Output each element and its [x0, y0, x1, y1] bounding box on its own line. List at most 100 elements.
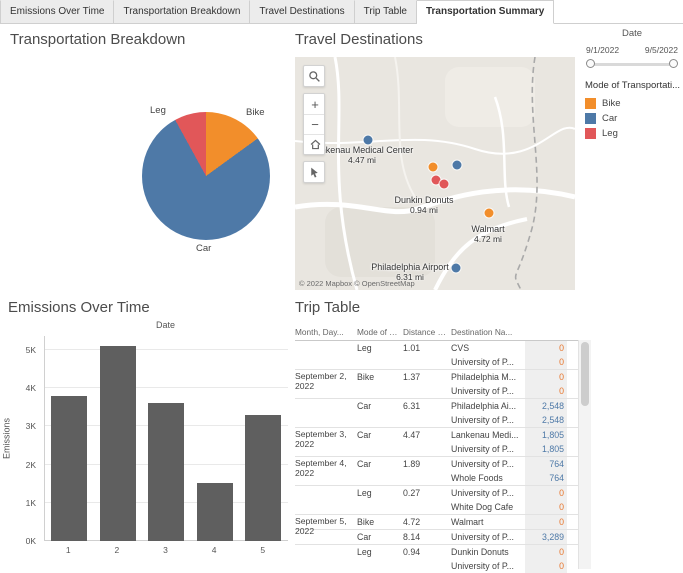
map-destination-label: Dunkin Donuts 0.94 mi — [394, 195, 453, 215]
tab-transportation-breakdown[interactable]: Transportation Breakdown — [114, 0, 251, 23]
table-row[interactable]: University of P... 1,805 — [295, 442, 579, 456]
table-row[interactable]: September 5, 2022 Bike 4.72 Walmart 0 — [295, 514, 579, 536]
cell-mode — [357, 559, 403, 573]
table-row[interactable]: Car 6.31 Philadelphia Ai... 2,548 — [295, 398, 579, 413]
cell-mode: Bike — [357, 372, 375, 382]
cell-month: September 5, 2022 — [295, 516, 347, 536]
destination-name: Philadelphia Airport — [371, 262, 449, 272]
y-tick-label: 3K — [25, 421, 36, 432]
cell-emissions-value: 0 — [525, 384, 567, 398]
y-tick-label: 5K — [25, 345, 36, 355]
sheet-tab-bar: Emissions Over Time Transportation Breakd… — [0, 0, 683, 24]
table-row[interactable]: September 4, 2022 Car 1.89 University of P.… — [295, 456, 579, 477]
bar-day-3[interactable] — [148, 403, 185, 541]
cell-emissions-value: 3,289 — [525, 530, 567, 544]
x-tick-label: 3 — [163, 545, 168, 555]
cell-destination: Lankenau Medi... — [451, 430, 519, 440]
cell-destination: University of P... — [451, 415, 514, 425]
map-marker-car[interactable] — [451, 263, 461, 273]
table-row[interactable]: University of P... 2,548 — [295, 413, 579, 427]
tab-travel-destinations[interactable]: Travel Destinations — [250, 0, 355, 23]
plus-icon: + — [311, 96, 319, 112]
column-header: Mode of Tra... — [357, 327, 403, 337]
map-destination-label: Lankenau Medical Center 4.47 mi — [311, 145, 414, 165]
pan-arrow-icon — [310, 167, 318, 178]
cell-mode: Leg — [357, 343, 372, 353]
tab-transportation-summary[interactable]: Transportation Summary — [416, 0, 555, 24]
cell-mode: Car — [357, 430, 372, 440]
cell-destination: Dunkin Donuts — [451, 547, 509, 557]
pie-chart[interactable] — [142, 112, 270, 240]
slider-handle-start[interactable] — [586, 59, 595, 68]
cell-destination: University of P... — [451, 532, 514, 542]
map-marker-leg[interactable] — [439, 179, 449, 189]
map-home-button[interactable] — [304, 134, 324, 154]
table-row[interactable]: University of P... 0 — [295, 559, 579, 573]
cell-mode: Car — [357, 401, 372, 411]
search-icon — [308, 70, 320, 82]
table-row[interactable]: September 2, 2022 Bike 1.37 Philadelphia M.… — [295, 369, 579, 390]
destination-distance: 0.94 mi — [410, 205, 438, 215]
bar-day-1[interactable] — [51, 396, 87, 541]
map-roads — [295, 57, 575, 290]
legend-item-bike[interactable]: Bike — [585, 98, 681, 109]
cell-destination: CVS — [451, 343, 470, 353]
table-row[interactable]: Leg 0.94 Dunkin Donuts 0 — [295, 544, 579, 559]
cell-distance — [403, 442, 451, 456]
cell-distance: 6.31 — [403, 401, 421, 411]
map-attribution: © 2022 Mapbox © OpenStreetMap — [299, 279, 415, 288]
zoom-in-button[interactable]: + — [304, 94, 324, 114]
table-row[interactable]: Leg 1.01 CVS 0 — [295, 341, 579, 355]
trip-table-title: Trip Table — [295, 299, 361, 316]
tab-emissions-over-time[interactable]: Emissions Over Time — [0, 0, 115, 23]
map-destination-label: Walmart 4.72 mi — [471, 224, 504, 244]
slider-handle-end[interactable] — [669, 59, 678, 68]
cell-month — [295, 559, 357, 573]
table-scrollbar[interactable] — [578, 340, 591, 569]
cell-emissions-value: 0 — [525, 341, 567, 355]
map-marker-bike[interactable] — [484, 208, 494, 218]
date-filter-start: 9/1/2022 — [586, 45, 620, 55]
table-row[interactable]: Leg 0.27 University of P... 0 — [295, 485, 579, 500]
bar-day-4[interactable] — [196, 483, 233, 541]
legend-item-leg[interactable]: Leg — [585, 128, 681, 139]
cell-destination: Whole Foods — [451, 473, 503, 483]
tab-trip-table[interactable]: Trip Table — [354, 0, 417, 23]
cell-emissions-value: 0 — [525, 559, 567, 573]
table-row[interactable]: September 3, 2022 Car 4.47 Lankenau Medi...… — [295, 427, 579, 449]
bar-day-5[interactable] — [245, 415, 282, 541]
map-marker-car[interactable] — [452, 160, 462, 170]
date-range-slider[interactable] — [586, 59, 678, 69]
cell-emissions-value: 0 — [525, 355, 567, 369]
slider-track[interactable] — [588, 63, 676, 66]
table-row[interactable]: University of P... 0 — [295, 384, 579, 398]
column-header — [525, 324, 567, 340]
cell-month — [295, 355, 357, 369]
legend-item-car[interactable]: Car — [585, 113, 681, 124]
gridline — [45, 349, 288, 350]
table-row[interactable]: White Dog Cafe 0 — [295, 500, 579, 514]
map-marker-bike[interactable] — [428, 162, 438, 172]
table-row[interactable]: Whole Foods 764 — [295, 471, 579, 485]
table-row[interactable]: Car 8.14 University of P... 3,289 — [295, 529, 579, 544]
map-search-button[interactable] — [303, 65, 325, 87]
table-row[interactable]: University of P... 0 — [295, 355, 579, 369]
cell-distance: 8.14 — [403, 532, 421, 542]
map-pan-button[interactable] — [303, 161, 325, 183]
minus-icon: − — [311, 117, 319, 132]
destination-name: Walmart — [471, 224, 505, 234]
map-marker-car[interactable] — [363, 135, 373, 145]
map-canvas[interactable]: + − Lankenau Medical Center 4.47 mi Dunkin… — [295, 57, 575, 290]
cell-destination: University of P... — [451, 357, 514, 367]
scrollbar-thumb[interactable] — [581, 342, 589, 406]
cell-distance — [403, 355, 451, 369]
zoom-out-button[interactable]: − — [304, 114, 324, 134]
cell-month: September 3, 2022 — [295, 429, 347, 449]
column-header: Distance (m... — [403, 327, 451, 337]
pie-panel-title: Transportation Breakdown — [10, 31, 186, 48]
bar-day-2[interactable] — [99, 346, 136, 541]
legend-label: Car — [602, 113, 618, 124]
cell-month — [295, 341, 357, 355]
cell-distance: 1.37 — [403, 372, 421, 382]
destination-name: Dunkin Donuts — [394, 195, 454, 205]
